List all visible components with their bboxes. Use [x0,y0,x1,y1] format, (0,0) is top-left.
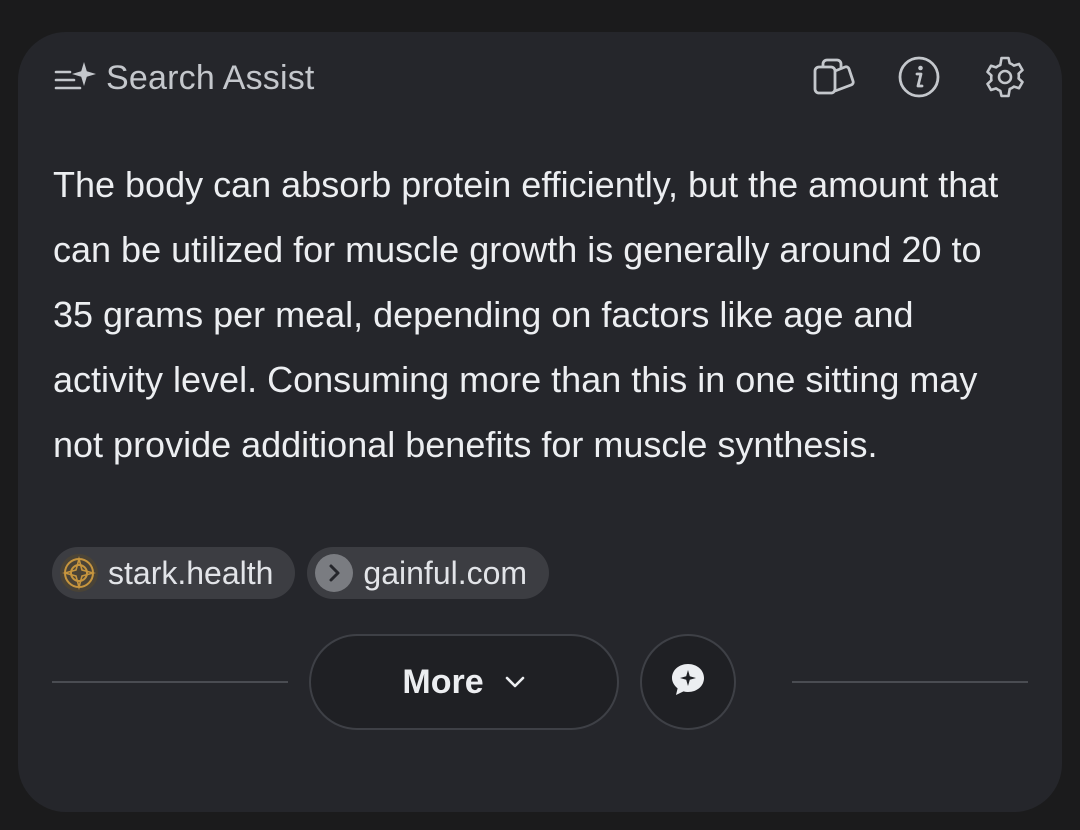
sparkle-list-icon [52,58,102,98]
source-chips: stark.health gainful.com [52,547,550,599]
chevron-right-icon [315,554,354,592]
page-title: Search Assist [106,58,315,97]
more-label: More [402,662,484,701]
header-actions [810,54,1028,100]
copy-icon[interactable] [810,54,856,100]
source-label: gainful.com [363,554,528,591]
chat-button[interactable] [640,634,736,730]
source-label: stark.health [108,554,274,591]
brand: Search Assist [52,58,315,98]
footer-actions: More [52,634,1028,730]
more-button[interactable]: More [309,634,619,730]
stark-health-logo-icon [60,554,98,592]
chat-sparkle-icon [668,660,708,705]
source-chip-gainful[interactable]: gainful.com [307,547,550,599]
answer-text: The body can absorb protein efficiently,… [53,164,999,465]
divider [792,681,1028,683]
chevron-down-icon [504,675,526,689]
info-icon[interactable] [896,54,942,100]
search-assist-header: Search Assist [52,56,1028,98]
source-chip-stark-health[interactable]: stark.health [52,547,296,599]
divider [52,681,288,683]
gear-icon[interactable] [982,54,1028,100]
